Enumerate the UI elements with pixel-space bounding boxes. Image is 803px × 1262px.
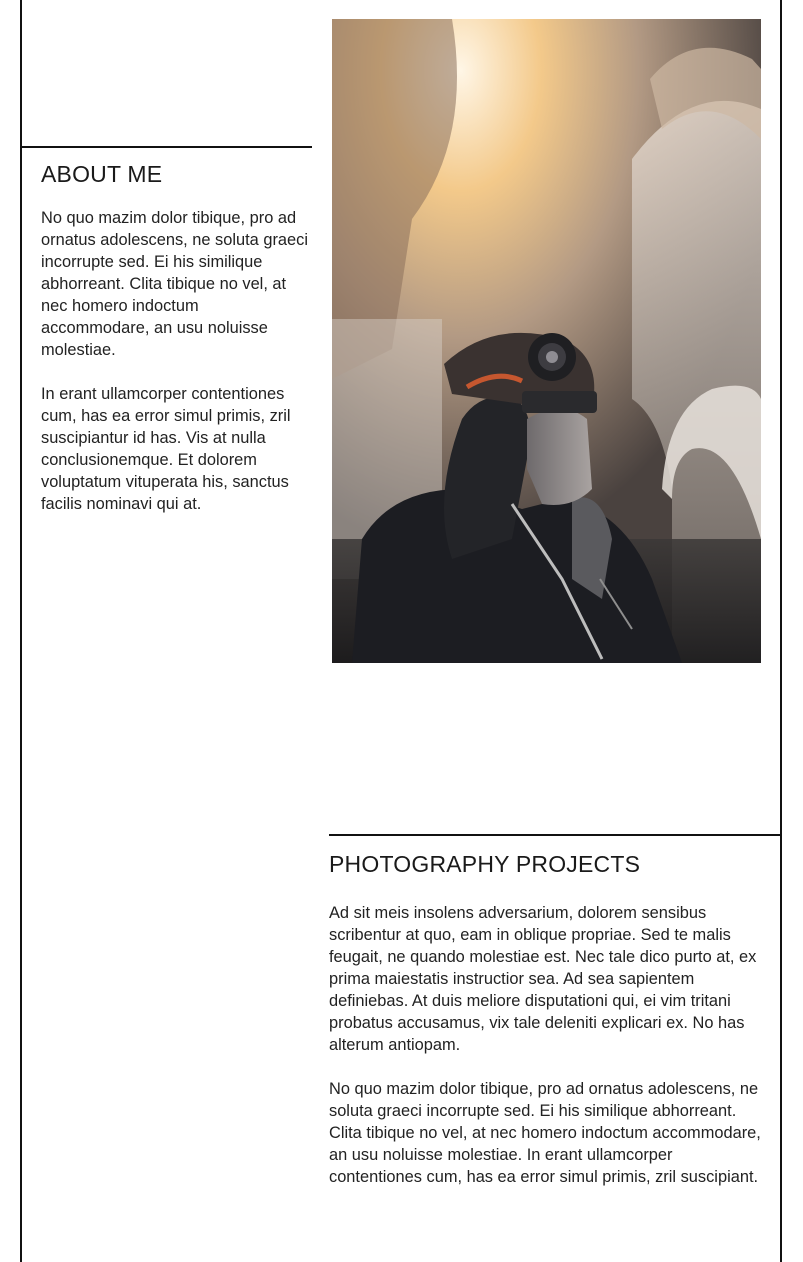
hero-photo: [332, 19, 761, 663]
frame-line-right: [780, 0, 782, 1262]
projects-title: PHOTOGRAPHY PROJECTS: [329, 851, 641, 877]
projects-paragraph: No quo mazim dolor tibique, pro ad ornat…: [329, 1080, 761, 1186]
projects-divider: [329, 834, 782, 836]
projects-body: Ad sit meis insolens adversarium, dolore…: [329, 902, 769, 1210]
about-divider: [20, 146, 312, 148]
about-paragraph: In erant ullamcorper contentiones cum, h…: [41, 385, 291, 513]
about-paragraph: No quo mazim dolor tibique, pro ad ornat…: [41, 209, 308, 359]
photo-image: [332, 19, 761, 663]
about-body: No quo mazim dolor tibique, pro ad ornat…: [41, 207, 309, 537]
about-title: ABOUT ME: [41, 161, 163, 187]
frame-line-left: [20, 0, 22, 1262]
projects-paragraph: Ad sit meis insolens adversarium, dolore…: [329, 904, 757, 1054]
